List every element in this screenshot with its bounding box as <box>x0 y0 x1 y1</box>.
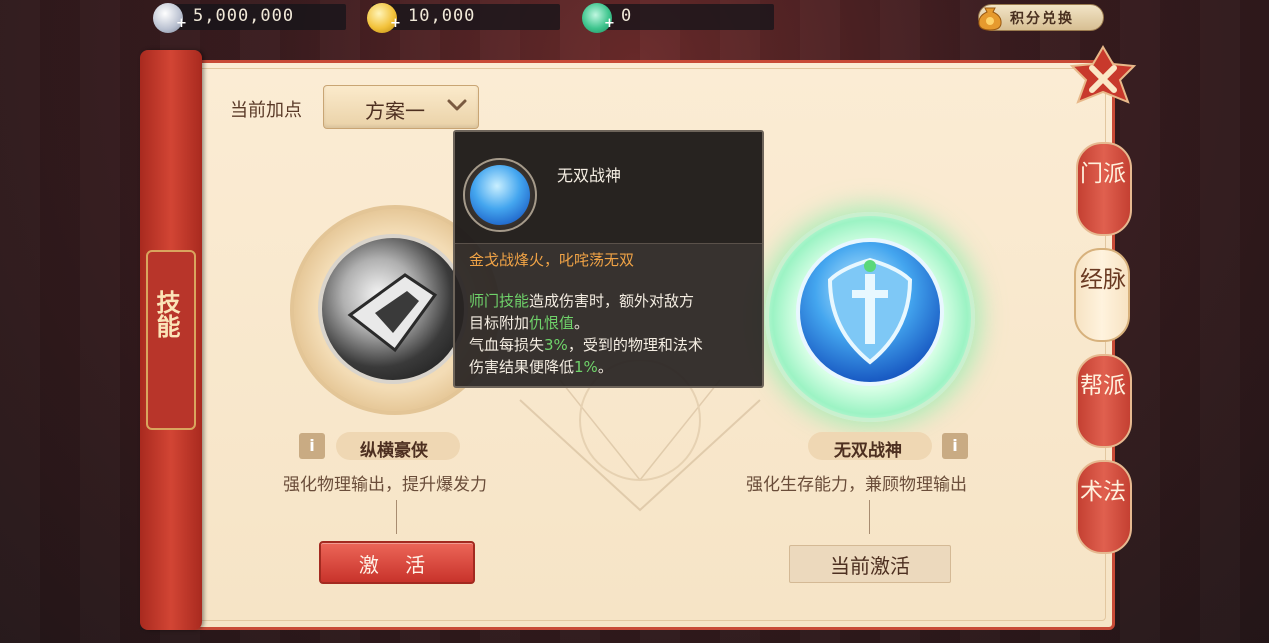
silver-amount: 5,000,000 <box>193 6 295 26</box>
banner-plaque <box>146 250 196 430</box>
add-silver-icon[interactable]: + <box>176 17 188 30</box>
tooltip-text: 伤害结果便降低 <box>469 358 575 376</box>
tooltip-divider <box>455 243 762 244</box>
current-active-label: 当前激活 <box>830 554 910 578</box>
add-jade-icon[interactable]: + <box>604 17 616 30</box>
skill-name-right: 无双战神 <box>834 441 902 461</box>
skill-name-left: 纵横豪侠 <box>360 441 428 461</box>
tooltip-text: 。 <box>574 314 590 332</box>
tooltip-highlight-skill: 师门技能 <box>469 292 530 310</box>
chevron-down-icon <box>447 99 467 111</box>
points-exchange-label: 积分兑换 <box>1010 11 1074 27</box>
tooltip-line-2: 目标附加仇恨值。 <box>469 312 589 334</box>
tooltip-line-4: 伤害结果便降低1%。 <box>469 356 613 378</box>
tooltip-text: 目标附加 <box>469 314 530 332</box>
tooltip-flavor: 金戈战烽火，叱咤荡无双 <box>469 251 635 269</box>
tooltip-text: 气血每损失 <box>469 336 545 354</box>
tooltip-highlight-threat: 仇恨值 <box>529 314 575 332</box>
tooltip-title: 无双战神 <box>557 166 622 185</box>
close-icon[interactable] <box>1068 44 1138 114</box>
plan-label: 当前加点 <box>230 100 302 121</box>
tooltip-text: ，受到的物理和法术 <box>567 336 703 354</box>
tooltip-text: 造成伤害时，额外对敌方 <box>529 292 695 310</box>
blade-icon <box>347 273 438 353</box>
money-bag-icon <box>978 7 1002 31</box>
tooltip-line-1: 师门技能造成伤害时，额外对敌方 <box>469 290 694 312</box>
activate-button-label: 激 活 <box>358 553 436 577</box>
gold-amount: 10,000 <box>408 6 476 26</box>
divider-right <box>869 500 870 534</box>
tooltip-highlight-percent: 3% <box>544 336 568 354</box>
banner-title: 技能 <box>152 290 180 338</box>
tooltip-line-3: 气血每损失3%，受到的物理和法术 <box>469 334 703 356</box>
tab-meridian-label: 经脉 <box>1080 267 1126 293</box>
tooltip-highlight-reduction: 1% <box>574 358 598 376</box>
divider-left <box>396 500 397 534</box>
tab-guild-label: 帮派 <box>1080 373 1126 399</box>
jade-currency-box <box>590 4 774 30</box>
skill-desc-right: 强化生存能力，兼顾物理输出 <box>746 475 967 495</box>
tab-spells-label: 术法 <box>1080 479 1126 505</box>
plan-selected: 方案一 <box>365 99 425 123</box>
add-gold-icon[interactable]: + <box>390 17 402 30</box>
tooltip-text: 。 <box>597 358 613 376</box>
jade-amount: 0 <box>621 6 633 26</box>
shield-icon <box>470 165 530 225</box>
info-icon-left[interactable]: i <box>299 433 325 459</box>
skill-desc-left: 强化物理输出，提升爆发力 <box>283 475 487 495</box>
tab-sect-label: 门派 <box>1080 161 1126 187</box>
info-icon-right[interactable]: i <box>942 433 968 459</box>
shield-sword-icon <box>827 257 913 365</box>
